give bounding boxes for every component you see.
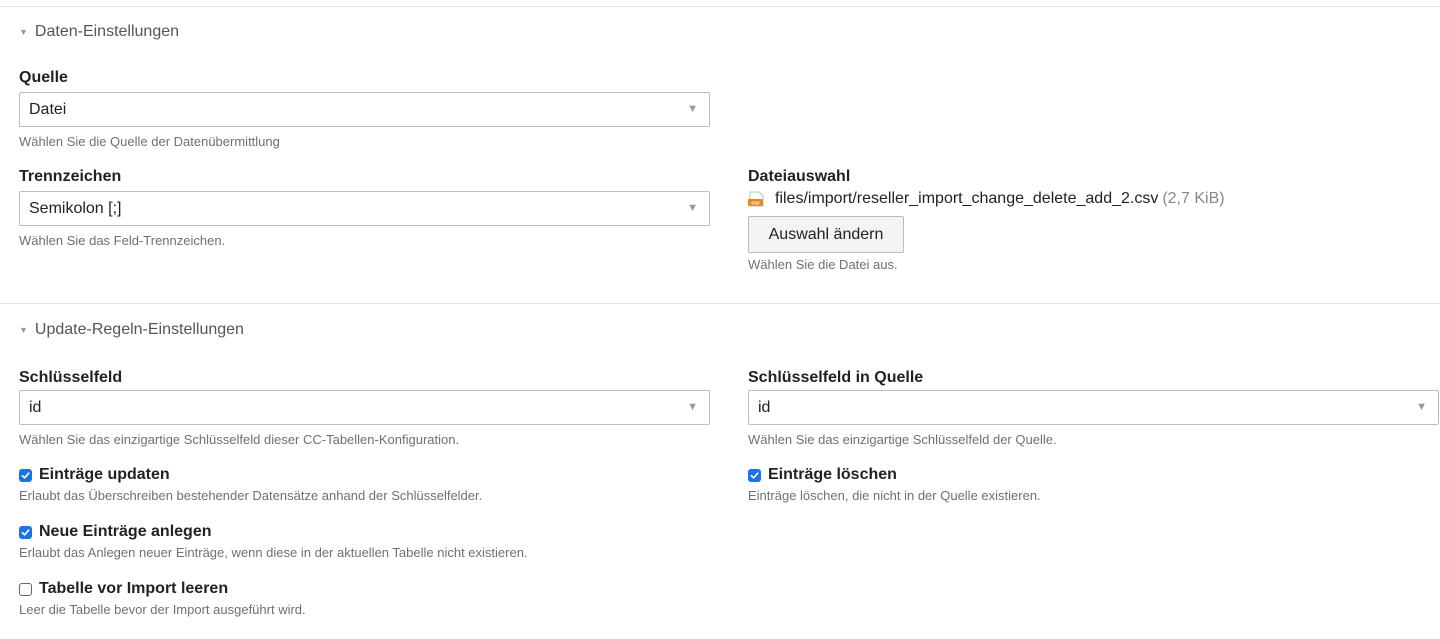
legend-update-rules-settings[interactable]: ▼ Update-Regeln-Einstellungen xyxy=(19,321,244,339)
create-entries-checkbox[interactable]: Neue Einträge anlegen xyxy=(19,523,212,541)
source-select[interactable]: Datei ▼ xyxy=(19,92,710,127)
legend-label: Daten-Einstellungen xyxy=(34,23,180,40)
key-field-select[interactable]: id ▼ xyxy=(19,390,710,425)
file-help: Wählen Sie die Datei aus. xyxy=(748,257,898,272)
delimiter-select[interactable]: Semikolon [;] ▼ xyxy=(19,191,710,226)
truncate-table-label: Tabelle vor Import leeren xyxy=(39,580,229,597)
section-divider xyxy=(0,303,1440,304)
file-selection-label: Dateiauswahl xyxy=(748,168,851,185)
source-select-value: Datei xyxy=(29,101,67,118)
checkbox-checked-icon xyxy=(748,468,761,482)
key-field-source-help: Wählen Sie das einzigartige Schlüsselfel… xyxy=(748,432,1057,447)
collapse-triangle-icon: ▼ xyxy=(19,325,28,335)
checkbox-checked-icon xyxy=(19,468,32,482)
key-field-source-select[interactable]: id ▼ xyxy=(748,390,1439,425)
source-help: Wählen Sie die Quelle der Datenübermittl… xyxy=(19,134,280,149)
change-selection-button[interactable]: Auswahl ändern xyxy=(748,216,904,253)
update-entries-label: Einträge updaten xyxy=(39,466,170,483)
key-field-help: Wählen Sie das einzigartige Schlüsselfel… xyxy=(19,432,460,447)
chevron-down-icon: ▼ xyxy=(687,202,698,214)
truncate-table-checkbox[interactable]: Tabelle vor Import leeren xyxy=(19,580,228,598)
update-entries-help: Erlaubt das Überschreiben bestehender Da… xyxy=(19,488,483,503)
create-entries-help: Erlaubt das Anlegen neuer Einträge, wenn… xyxy=(19,545,528,560)
chevron-down-icon: ▼ xyxy=(687,401,698,413)
delimiter-label: Trennzeichen xyxy=(19,168,122,185)
chevron-down-icon: ▼ xyxy=(687,103,698,115)
legend-label: Update-Regeln-Einstellungen xyxy=(34,321,244,338)
key-field-source-select-value: id xyxy=(758,399,771,416)
key-field-label: Schlüsselfeld xyxy=(19,369,123,386)
checkbox-unchecked-icon xyxy=(19,582,32,596)
selected-file: csv files/import/reseller_import_change_… xyxy=(748,190,1225,208)
delete-entries-help: Einträge löschen, die nicht in der Quell… xyxy=(748,488,1041,503)
key-field-select-value: id xyxy=(29,399,42,416)
update-entries-checkbox[interactable]: Einträge updaten xyxy=(19,466,170,484)
collapse-triangle-icon: ▼ xyxy=(19,27,28,37)
chevron-down-icon: ▼ xyxy=(1416,401,1427,413)
file-size: (2,7 KiB) xyxy=(1162,190,1225,207)
csv-file-icon: csv xyxy=(748,191,766,207)
checkbox-checked-icon xyxy=(19,525,32,539)
delete-entries-label: Einträge löschen xyxy=(768,466,897,483)
key-field-source-label: Schlüsselfeld in Quelle xyxy=(748,369,924,386)
delimiter-help: Wählen Sie das Feld-Trennzeichen. xyxy=(19,233,226,248)
legend-data-settings[interactable]: ▼ Daten-Einstellungen xyxy=(19,23,179,41)
source-label: Quelle xyxy=(19,69,68,86)
top-divider xyxy=(0,6,1440,7)
delimiter-select-value: Semikolon [;] xyxy=(29,200,122,217)
create-entries-label: Neue Einträge anlegen xyxy=(39,523,212,540)
delete-entries-checkbox[interactable]: Einträge löschen xyxy=(748,466,897,484)
truncate-table-help: Leer die Tabelle bevor der Import ausgef… xyxy=(19,602,306,617)
svg-text:csv: csv xyxy=(751,201,760,207)
file-path: files/import/reseller_import_change_dele… xyxy=(775,190,1159,207)
